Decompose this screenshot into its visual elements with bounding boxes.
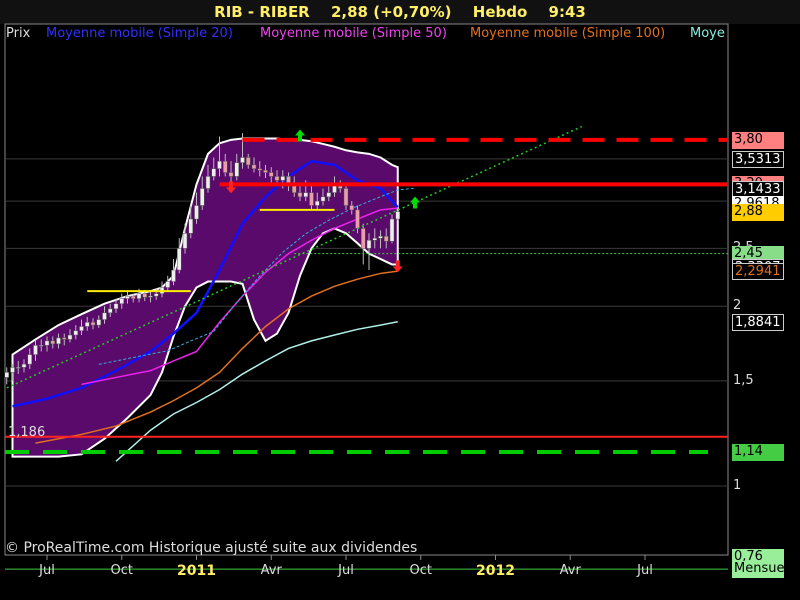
candle — [355, 209, 360, 229]
candle — [4, 372, 9, 378]
candle — [320, 196, 326, 202]
candle — [16, 367, 21, 369]
candle — [136, 293, 142, 299]
price-label-box: 2,2941 — [732, 262, 784, 280]
candle — [171, 269, 176, 282]
candle — [217, 160, 222, 169]
candle — [108, 308, 113, 314]
candle — [194, 205, 199, 220]
plot-frame — [4, 23, 729, 556]
price-label-box: Mensuel — [732, 561, 789, 579]
candle — [361, 228, 366, 249]
candle — [154, 293, 159, 297]
candle — [50, 340, 55, 345]
arrow-up-icon — [410, 196, 420, 209]
candle — [384, 235, 389, 242]
y-tick-label: 1,5 — [733, 372, 754, 388]
candle — [280, 176, 285, 181]
candle — [349, 205, 354, 211]
candle — [274, 176, 280, 181]
candle — [228, 172, 234, 177]
candle — [395, 211, 400, 220]
legend-ma20: Moyenne mobile (Simple 20) — [46, 26, 233, 41]
level-1186-label: 1,186 — [8, 425, 45, 440]
x-tick-label: Jul — [39, 563, 55, 578]
candle — [90, 322, 96, 326]
candle — [188, 218, 193, 234]
price-label-box: 3,80 — [732, 131, 784, 149]
candle — [56, 337, 61, 345]
candle — [10, 367, 15, 373]
x-tick-label: Avr — [559, 563, 581, 578]
candle — [113, 303, 119, 310]
candle — [62, 337, 67, 340]
candle — [165, 281, 170, 288]
candle — [223, 160, 228, 173]
x-tick-label: Oct — [409, 563, 432, 578]
candle — [263, 169, 268, 173]
legend-ma-more: Moye — [690, 26, 725, 41]
candle — [389, 218, 395, 242]
legend-ma50: Moyenne mobile (Simple 50) — [260, 26, 447, 41]
candle — [27, 354, 32, 365]
candle — [240, 157, 245, 163]
price-label-box: 1,8841 — [732, 313, 784, 331]
credit-text: © ProRealTime.com Historique ajusté suit… — [5, 540, 418, 556]
candle — [257, 168, 262, 171]
candle — [315, 200, 320, 206]
candle — [39, 345, 44, 347]
candle — [33, 345, 38, 355]
candle — [96, 319, 101, 326]
candle — [366, 239, 372, 249]
x-tick-label: Jul — [637, 563, 653, 578]
candle — [73, 330, 78, 336]
x-tick-label: Oct — [110, 563, 133, 578]
x-tick-label: 2012 — [476, 563, 515, 579]
candle — [246, 157, 251, 166]
candle — [200, 188, 205, 206]
candle — [182, 233, 188, 249]
candle — [309, 192, 314, 206]
candle — [44, 340, 50, 346]
candle — [177, 248, 182, 271]
candle — [251, 164, 257, 169]
candle — [211, 168, 216, 177]
candle — [119, 298, 124, 304]
candle — [148, 295, 153, 298]
legend-prix: Prix — [6, 26, 31, 41]
candle — [79, 326, 84, 331]
candle — [67, 334, 73, 340]
candle — [142, 293, 147, 298]
price-label-box: 2,88 — [732, 203, 784, 221]
x-tick-label: 2011 — [177, 563, 216, 579]
y-tick-label: 2 — [733, 298, 742, 314]
candle — [326, 192, 331, 198]
price-chart[interactable]: 1,186 — [0, 0, 800, 600]
x-tick-label: Jul — [338, 563, 354, 578]
candle — [303, 192, 308, 198]
candle — [21, 363, 27, 368]
candle — [372, 237, 377, 241]
candle — [102, 312, 107, 320]
candle — [297, 192, 303, 198]
candle — [205, 176, 211, 189]
candle — [234, 162, 239, 177]
candle — [131, 295, 136, 299]
x-tick-label: Avr — [260, 563, 282, 578]
y-tick-label: 1 — [733, 478, 742, 493]
candle — [378, 235, 383, 239]
candle — [125, 295, 130, 299]
candle — [343, 188, 349, 206]
price-label-box: 3,5313 — [732, 150, 784, 168]
candle — [85, 322, 90, 327]
legend-ma100: Moyenne mobile (Simple 100) — [470, 26, 666, 41]
price-label-box: 1,14 — [732, 444, 784, 462]
candle — [269, 172, 274, 177]
